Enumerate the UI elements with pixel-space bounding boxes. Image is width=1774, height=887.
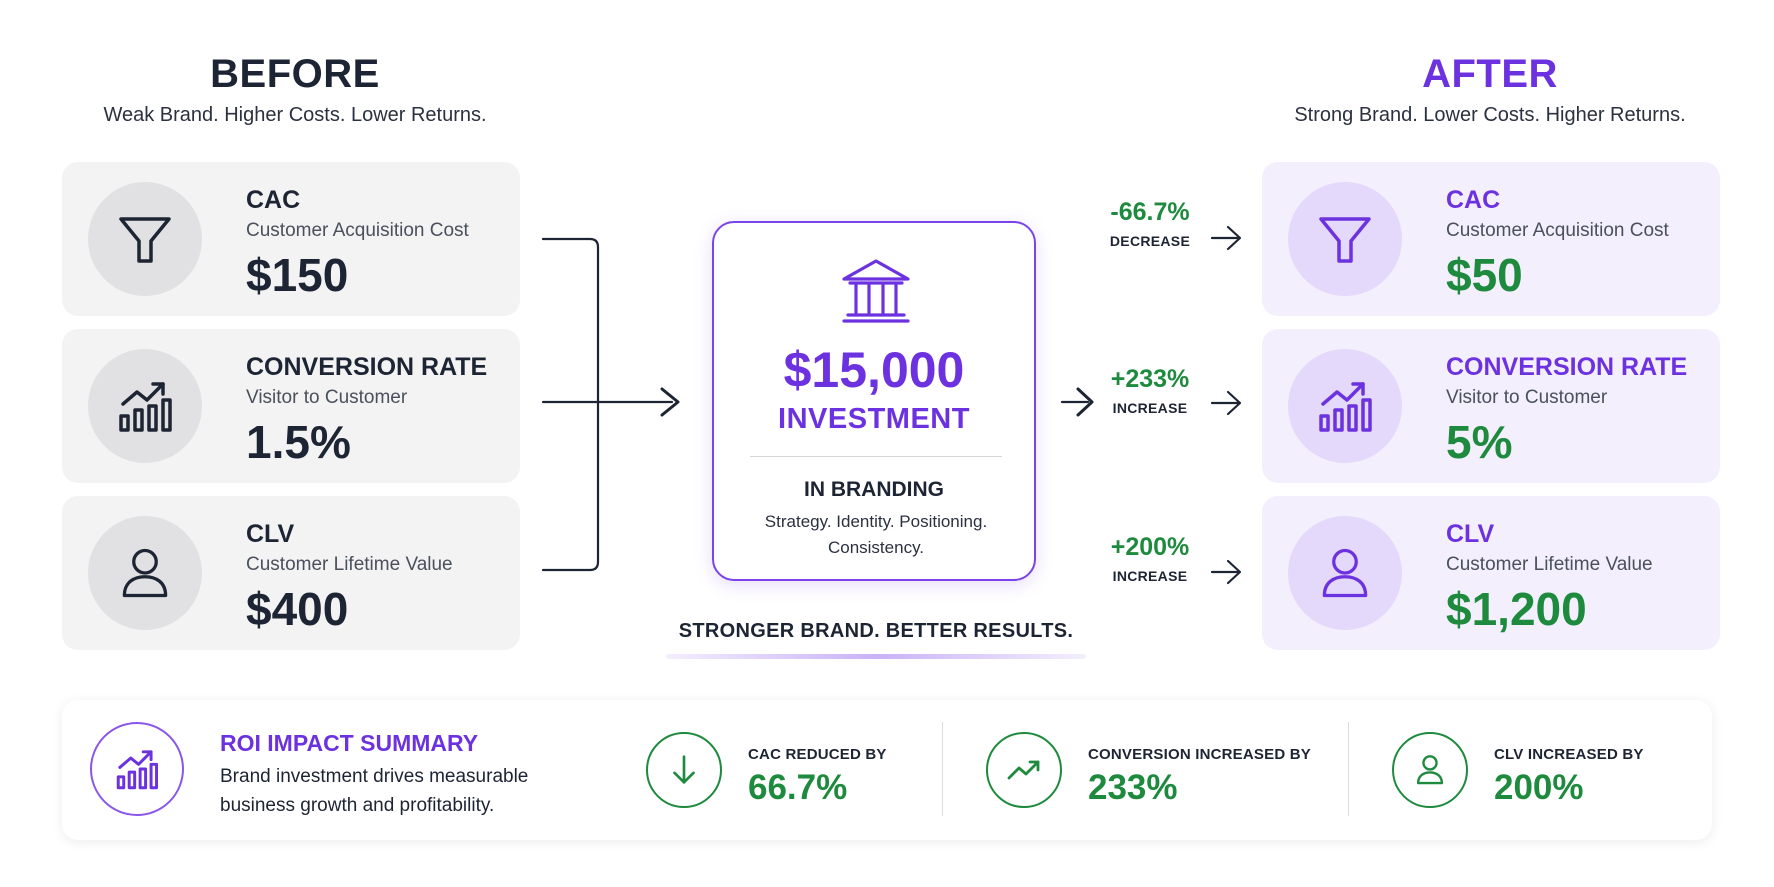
card-subtitle: Visitor to Customer xyxy=(1446,387,1608,408)
card-value: 5% xyxy=(1446,416,1513,468)
investment-label: INVESTMENT xyxy=(778,403,970,435)
funnel-icon xyxy=(1288,182,1402,296)
kpi-value: 66.7% xyxy=(748,768,848,807)
user-icon xyxy=(1392,732,1468,808)
after-card-conversion: CONVERSION RATE Visitor to Customer 5% xyxy=(1262,329,1720,483)
card-subtitle: Customer Acquisition Cost xyxy=(1446,220,1669,241)
bar-chart-trend-icon xyxy=(90,722,184,816)
card-title: CLV xyxy=(1446,520,1495,548)
roi-summary-panel: ROI IMPACT SUMMARY Brand investment driv… xyxy=(62,700,1712,840)
after-card-cac: CAC Customer Acquisition Cost $50 xyxy=(1262,162,1720,316)
delta-clv: +200% INCREASE xyxy=(1090,533,1210,584)
kpi-value: 233% xyxy=(1088,768,1178,807)
kpi-label: CONVERSION INCREASED BY xyxy=(1088,746,1311,763)
kpi-divider xyxy=(1348,722,1349,816)
delta-value: +200% xyxy=(1110,533,1190,561)
investment-description: Strategy. Identity. Positioning. Consist… xyxy=(764,512,988,557)
delta-value: +233% xyxy=(1110,365,1190,393)
card-value: $50 xyxy=(1446,249,1523,301)
kpi-value: 200% xyxy=(1494,768,1584,807)
delta-label: INCREASE xyxy=(1112,400,1188,416)
kpi-cac: CAC REDUCED BY 66.7% xyxy=(646,700,946,840)
card-title: CAC xyxy=(1446,186,1501,214)
kpi-label: CAC REDUCED BY xyxy=(748,746,887,763)
kpi-clv: CLV INCREASED BY 200% xyxy=(1392,700,1692,840)
divider xyxy=(750,456,1002,457)
tagline-underline xyxy=(666,654,1086,659)
delta-label: INCREASE xyxy=(1112,568,1188,584)
card-subtitle: Customer Lifetime Value xyxy=(1446,554,1653,575)
bank-icon xyxy=(838,253,914,334)
bar-chart-trend-icon xyxy=(1288,349,1402,463)
delta-cac: -66.7% DECREASE xyxy=(1090,198,1210,249)
user-icon xyxy=(1288,516,1402,630)
tagline: STRONGER BRAND. BETTER RESULTS. xyxy=(678,620,1074,642)
investment-box: $15,000 INVESTMENT IN BRANDING Strategy.… xyxy=(712,221,1036,581)
kpi-label: CLV INCREASED BY xyxy=(1494,746,1644,763)
delta-conversion: +233% INCREASE xyxy=(1090,365,1210,416)
investment-amount: $15,000 xyxy=(783,342,965,398)
card-value: $1,200 xyxy=(1446,583,1587,635)
investment-in-branding: IN BRANDING xyxy=(804,478,944,501)
summary-description: Brand investment drives measurable busin… xyxy=(220,766,529,816)
trend-up-icon xyxy=(986,732,1062,808)
kpi-conversion: CONVERSION INCREASED BY 233% xyxy=(986,700,1326,840)
delta-value: -66.7% xyxy=(1110,198,1190,226)
summary-title: ROI IMPACT SUMMARY xyxy=(220,730,479,756)
after-card-clv: CLV Customer Lifetime Value $1,200 xyxy=(1262,496,1720,650)
delta-label: DECREASE xyxy=(1109,233,1191,249)
kpi-divider xyxy=(942,722,943,816)
arrow-down-icon xyxy=(646,732,722,808)
card-title: CONVERSION RATE xyxy=(1446,353,1688,381)
